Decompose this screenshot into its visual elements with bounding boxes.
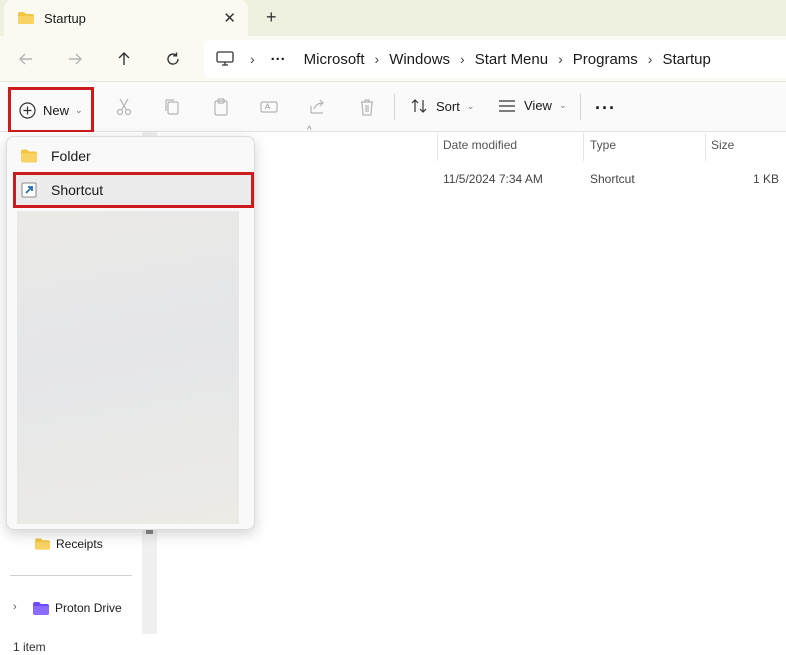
close-tab-icon[interactable]: ✕ — [223, 9, 236, 27]
arrow-left-icon — [19, 53, 32, 65]
file-size-cell[interactable]: 1 KB — [753, 172, 779, 186]
proton-drive-icon — [33, 601, 49, 615]
sort-indicator: ^ — [307, 125, 312, 136]
toolbar-divider — [394, 94, 395, 120]
forward-button[interactable] — [63, 47, 87, 71]
sort-button[interactable]: Sort ⌄ — [410, 98, 474, 114]
tab-startup[interactable]: Startup ✕ — [4, 0, 248, 36]
rename-icon[interactable] — [259, 97, 279, 117]
chevron-down-icon: ⌄ — [75, 104, 83, 115]
view-icon — [499, 99, 515, 112]
breadcrumb-programs[interactable]: Programs — [573, 51, 638, 68]
arrow-right-icon — [69, 53, 82, 65]
sort-icon — [411, 99, 427, 113]
blurred-menu-area — [17, 211, 239, 524]
cut-icon[interactable] — [114, 97, 134, 117]
breadcrumb-separator[interactable]: › — [460, 51, 465, 67]
tab-label: Startup — [44, 10, 86, 26]
back-button[interactable] — [14, 47, 38, 71]
plus-circle-icon — [19, 101, 36, 119]
breadcrumb-start-menu[interactable]: Start Menu — [475, 51, 548, 68]
share-icon[interactable] — [308, 97, 328, 117]
breadcrumb-microsoft[interactable]: Microsoft — [304, 51, 365, 68]
sort-label: Sort — [436, 98, 460, 114]
copy-icon[interactable] — [162, 97, 182, 117]
menu-item-folder[interactable]: Folder — [15, 141, 247, 171]
column-header-size[interactable]: Size — [711, 138, 734, 152]
breadcrumb-separator[interactable]: › — [558, 51, 563, 67]
file-type-cell[interactable]: Shortcut — [590, 172, 635, 186]
address-bar[interactable]: › ··· Microsoft › Windows › Start Menu ›… — [204, 40, 786, 78]
breadcrumb-separator: › — [250, 51, 255, 67]
refresh-button[interactable] — [161, 47, 185, 71]
navigation-bar: › ··· Microsoft › Windows › Start Menu ›… — [0, 36, 786, 82]
column-divider[interactable] — [705, 133, 706, 161]
new-button-label: New — [43, 102, 70, 118]
command-bar: New ⌄ Sort ⌄ View ⌄ — [0, 82, 786, 133]
breadcrumb-startup[interactable]: Startup — [662, 51, 710, 68]
toolbar-divider — [580, 94, 581, 120]
view-label: View — [524, 98, 552, 113]
file-date-cell[interactable]: 11/5/2024 7:34 AM — [443, 172, 543, 186]
sidebar-item-proton-drive[interactable]: Proton Drive — [33, 601, 122, 615]
breadcrumb-separator[interactable]: › — [648, 51, 653, 67]
breadcrumb-overflow[interactable]: ··· — [271, 51, 286, 68]
column-divider[interactable] — [583, 133, 584, 161]
folder-icon — [21, 149, 37, 163]
folder-icon — [35, 538, 50, 550]
new-dropdown-menu: Folder Shortcut — [6, 136, 255, 530]
refresh-icon — [167, 52, 179, 65]
column-divider[interactable] — [437, 133, 438, 161]
paste-icon[interactable] — [211, 97, 231, 117]
sidebar-item-label: Proton Drive — [55, 601, 122, 615]
column-header-date-modified[interactable]: Date modified — [443, 138, 517, 152]
column-header-type[interactable]: Type — [590, 138, 616, 152]
menu-item-shortcut[interactable]: Shortcut — [13, 172, 254, 208]
delete-icon[interactable] — [357, 97, 377, 117]
sidebar-item-label: Receipts — [56, 537, 103, 551]
view-button[interactable]: View ⌄ — [498, 98, 567, 113]
new-tab-button[interactable]: + — [266, 7, 277, 28]
title-bar: Startup ✕ + — [0, 0, 786, 36]
sidebar-item-receipts[interactable]: Receipts — [35, 537, 103, 551]
menu-item-label: Shortcut — [51, 182, 104, 198]
item-count-status: 1 item — [13, 640, 46, 654]
shortcut-icon — [21, 182, 37, 198]
expand-chevron-icon[interactable]: › — [13, 601, 17, 613]
folder-icon — [18, 12, 34, 24]
sidebar-divider — [10, 575, 132, 576]
breadcrumb-windows[interactable]: Windows — [389, 51, 450, 68]
chevron-down-icon: ⌄ — [558, 100, 567, 110]
chevron-down-icon: ⌄ — [466, 100, 475, 111]
up-button[interactable] — [112, 47, 136, 71]
menu-item-label: Folder — [51, 148, 91, 164]
breadcrumb-separator[interactable]: › — [375, 51, 380, 67]
this-pc-icon — [216, 51, 234, 66]
new-button[interactable]: New ⌄ — [8, 87, 94, 133]
arrow-up-icon — [118, 52, 130, 65]
more-options-button[interactable]: ··· — [595, 98, 616, 119]
